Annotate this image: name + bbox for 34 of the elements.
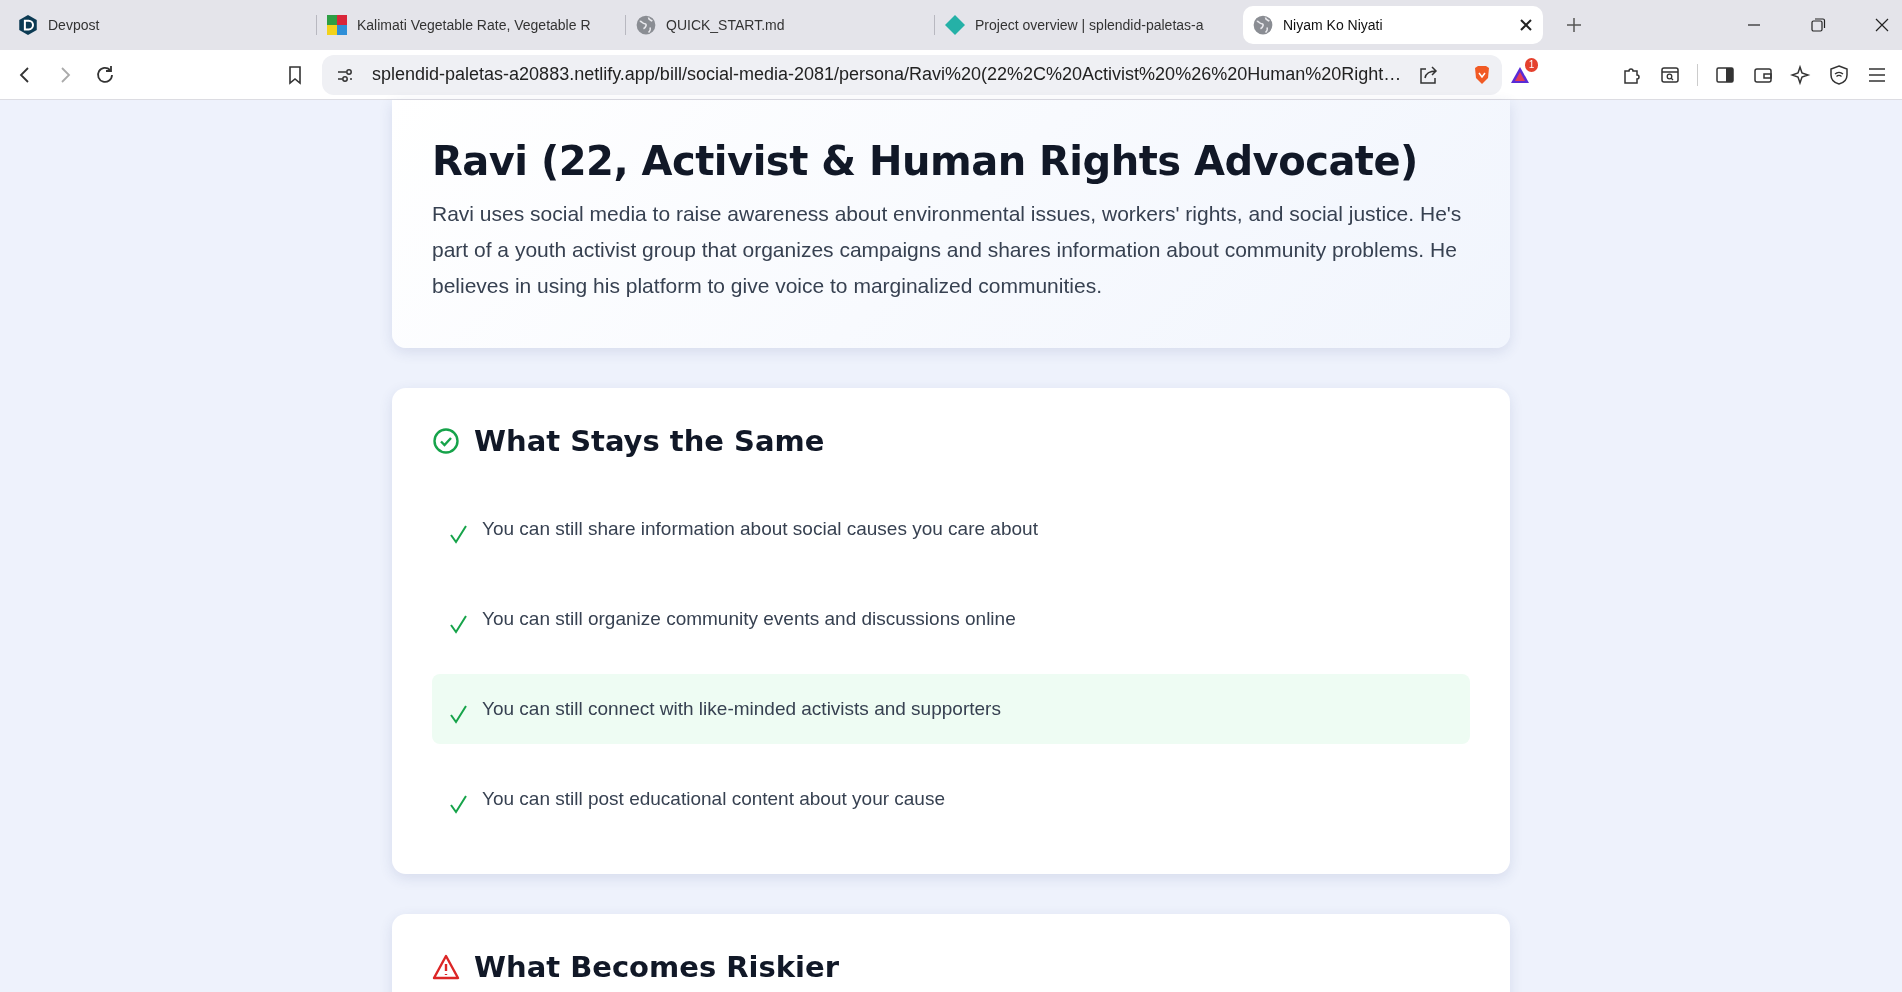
close-icon[interactable] (1519, 18, 1533, 32)
browser-tab[interactable]: Project overview | splendid-paletas-a (935, 6, 1243, 44)
plus-icon[interactable] (1565, 16, 1583, 34)
url-text: splendid-paletas-a20883.netlify.app/bill/social-media-2081/persona/Ravi%20(22%2C%20Activist%20%26%20Human%20Right… (372, 64, 1402, 85)
browser-tab[interactable]: Niyam Ko Niyati (1243, 6, 1543, 44)
item-text: You can still share information about social causes you care about (482, 518, 1038, 540)
globe-icon (636, 15, 656, 35)
sparkle-icon[interactable] (1790, 63, 1812, 86)
reload-icon[interactable] (94, 63, 116, 86)
section-heading: What Becomes Riskier (474, 950, 840, 984)
hexagon-logo-icon (18, 15, 38, 35)
browser-tab[interactable]: QUICK_START.md (626, 6, 934, 44)
share-icon[interactable] (1417, 63, 1440, 86)
globe-icon (1253, 15, 1273, 35)
item-text: You can still connect with like-minded activists and supporters (482, 698, 1001, 720)
check-circle-icon (432, 427, 460, 455)
browser-tab[interactable]: Kalimati Vegetable Rate, Vegetable R (317, 6, 625, 44)
check-icon (448, 614, 468, 634)
browser-tab[interactable]: Devpost (8, 6, 316, 44)
check-icon (448, 524, 468, 544)
check-icon (448, 704, 468, 724)
check-icon (448, 794, 468, 814)
section-heading: What Stays the Same (474, 424, 825, 458)
warning-icon (432, 953, 460, 981)
restore-icon[interactable] (1810, 17, 1826, 33)
diamond-logo-icon (945, 15, 965, 35)
shield-icon[interactable] (1828, 63, 1850, 86)
item-text: You can still organize community events and discussions online (482, 608, 1016, 630)
persona-title: Ravi (22, Activist & Human Rights Advocate) (432, 138, 1419, 184)
item-text: You can still post educational content about your cause (482, 788, 945, 810)
notification-badge: 1 (1524, 57, 1539, 72)
close-icon[interactable] (1874, 17, 1890, 33)
grid-logo-icon (327, 15, 347, 35)
persona-description: Ravi uses social media to raise awareness about environmental issues, workers' rights, and social justice. He's part of a youth activist group that organizes campaigns and shares information about community problems. He believes in using his platform to give voice to marginalized communities. (432, 201, 1463, 299)
